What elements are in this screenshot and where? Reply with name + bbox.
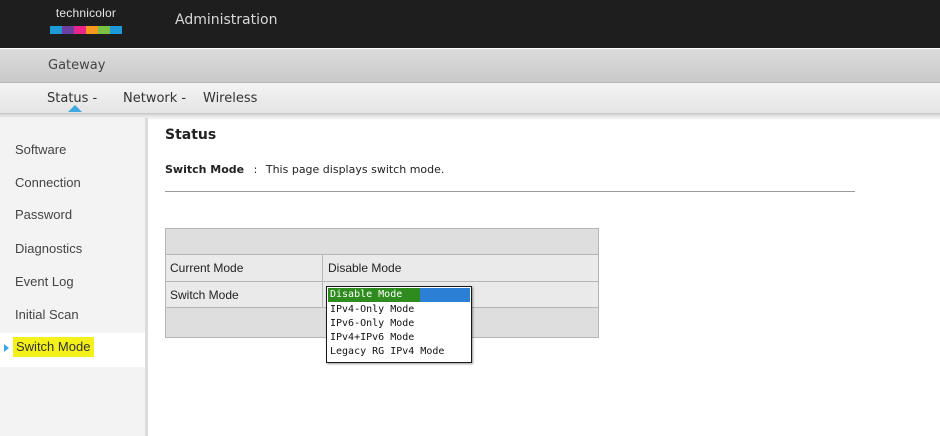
main-nav: Status - Network - Wireless — [0, 83, 940, 114]
technicolor-logo[interactable]: technicolor — [46, 6, 126, 40]
current-mode-value: Disable Mode — [328, 261, 402, 275]
switch-mode-select[interactable]: Disable Mode IPv4-Only Mode IPv6-Only Mo… — [326, 286, 472, 363]
sidebar-item-switch-mode[interactable]: Switch Mode — [13, 337, 95, 357]
gateway-bar: Gateway — [0, 49, 940, 83]
active-tab-caret-icon — [68, 105, 82, 112]
sidebar-item-diagnostics[interactable]: Diagnostics — [15, 241, 82, 256]
active-item-arrow-icon — [4, 344, 9, 352]
switch-mode-label: Switch Mode — [170, 288, 239, 302]
sidebar-item-event-log[interactable]: Event Log — [15, 274, 74, 289]
divider — [165, 191, 855, 192]
sidebar: Software Connection Password Diagnostics… — [0, 118, 148, 436]
dropdown-option[interactable]: IPv4-Only Mode — [329, 303, 469, 317]
logo-text: technicolor — [55, 6, 117, 20]
dropdown-option[interactable]: IPv6-Only Mode — [329, 317, 469, 331]
description-text: This page displays switch mode. — [265, 163, 445, 176]
sidebar-item-initial-scan[interactable]: Initial Scan — [15, 307, 79, 322]
table-row: Current Mode Disable Mode — [166, 254, 598, 281]
dropdown-option[interactable]: IPv4+IPv6 Mode — [329, 331, 469, 345]
top-header: technicolor Administration — [0, 0, 940, 48]
description-separator: : — [253, 163, 258, 176]
logo-color-segment — [74, 26, 86, 34]
page-description: Switch Mode : This page displays switch … — [165, 163, 444, 176]
logo-color-bar — [50, 26, 122, 34]
dropdown-option[interactable]: Legacy RG IPv4 Mode — [329, 345, 469, 359]
page-title: Status — [165, 127, 217, 143]
logo-color-segment — [98, 26, 110, 34]
nav-wireless[interactable]: Wireless — [203, 91, 257, 106]
nav-network[interactable]: Network - — [123, 91, 186, 106]
description-key: Switch Mode — [165, 163, 245, 176]
logo-color-segment — [86, 26, 98, 34]
logo-color-segment — [50, 26, 62, 34]
nav-status[interactable]: Status - — [47, 91, 97, 106]
logo-color-segment — [62, 26, 74, 34]
sidebar-item-software[interactable]: Software — [15, 142, 66, 157]
current-mode-label: Current Mode — [170, 261, 244, 275]
gateway-menu-label[interactable]: Gateway — [48, 58, 105, 73]
column-divider — [322, 255, 323, 307]
app-title: Administration — [175, 12, 278, 28]
sidebar-item-password[interactable]: Password — [15, 207, 72, 222]
sidebar-item-connection[interactable]: Connection — [15, 175, 81, 190]
logo-color-segment — [110, 26, 122, 34]
dropdown-option-selected[interactable]: Disable Mode — [330, 288, 402, 302]
